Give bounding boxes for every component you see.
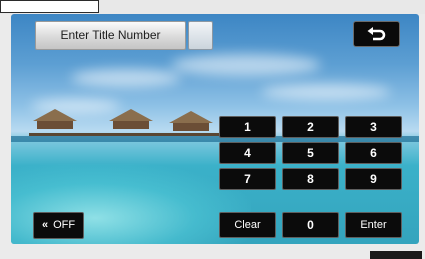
enter-button[interactable]: Enter [345, 212, 402, 238]
bungalow [37, 121, 73, 129]
back-button[interactable] [353, 21, 400, 47]
bungalow-roof [109, 109, 153, 121]
key-8[interactable]: 8 [282, 168, 339, 190]
key-0[interactable]: 0 [282, 212, 339, 238]
cloud [261, 84, 391, 100]
enter-title-number-button[interactable]: Enter Title Number [35, 21, 186, 50]
bungalow [113, 121, 149, 129]
double-chevron-left-icon: « [41, 219, 49, 231]
key-6[interactable]: 6 [345, 142, 402, 164]
key-5[interactable]: 5 [282, 142, 339, 164]
key-7[interactable]: 7 [219, 168, 276, 190]
pier [29, 133, 229, 136]
page-tab [0, 0, 99, 13]
key-2[interactable]: 2 [282, 116, 339, 138]
key-9[interactable]: 9 [345, 168, 402, 190]
off-label: OFF [53, 219, 76, 231]
clear-button[interactable]: Clear [219, 212, 276, 238]
title-number-display [188, 21, 213, 50]
return-arrow-icon [367, 27, 386, 41]
off-button[interactable]: « OFF [33, 212, 84, 239]
bungalow-roof [169, 111, 213, 123]
key-1[interactable]: 1 [219, 116, 276, 138]
bungalow [173, 123, 209, 131]
key-4[interactable]: 4 [219, 142, 276, 164]
navigation-screen: Enter Title Number 1 2 3 4 5 6 7 8 9 Clear 0 Enter … [11, 14, 419, 244]
corner-tag [370, 251, 422, 259]
cloud [71, 69, 181, 87]
bungalow-roof [33, 109, 77, 121]
key-3[interactable]: 3 [345, 116, 402, 138]
cloud [171, 54, 321, 76]
